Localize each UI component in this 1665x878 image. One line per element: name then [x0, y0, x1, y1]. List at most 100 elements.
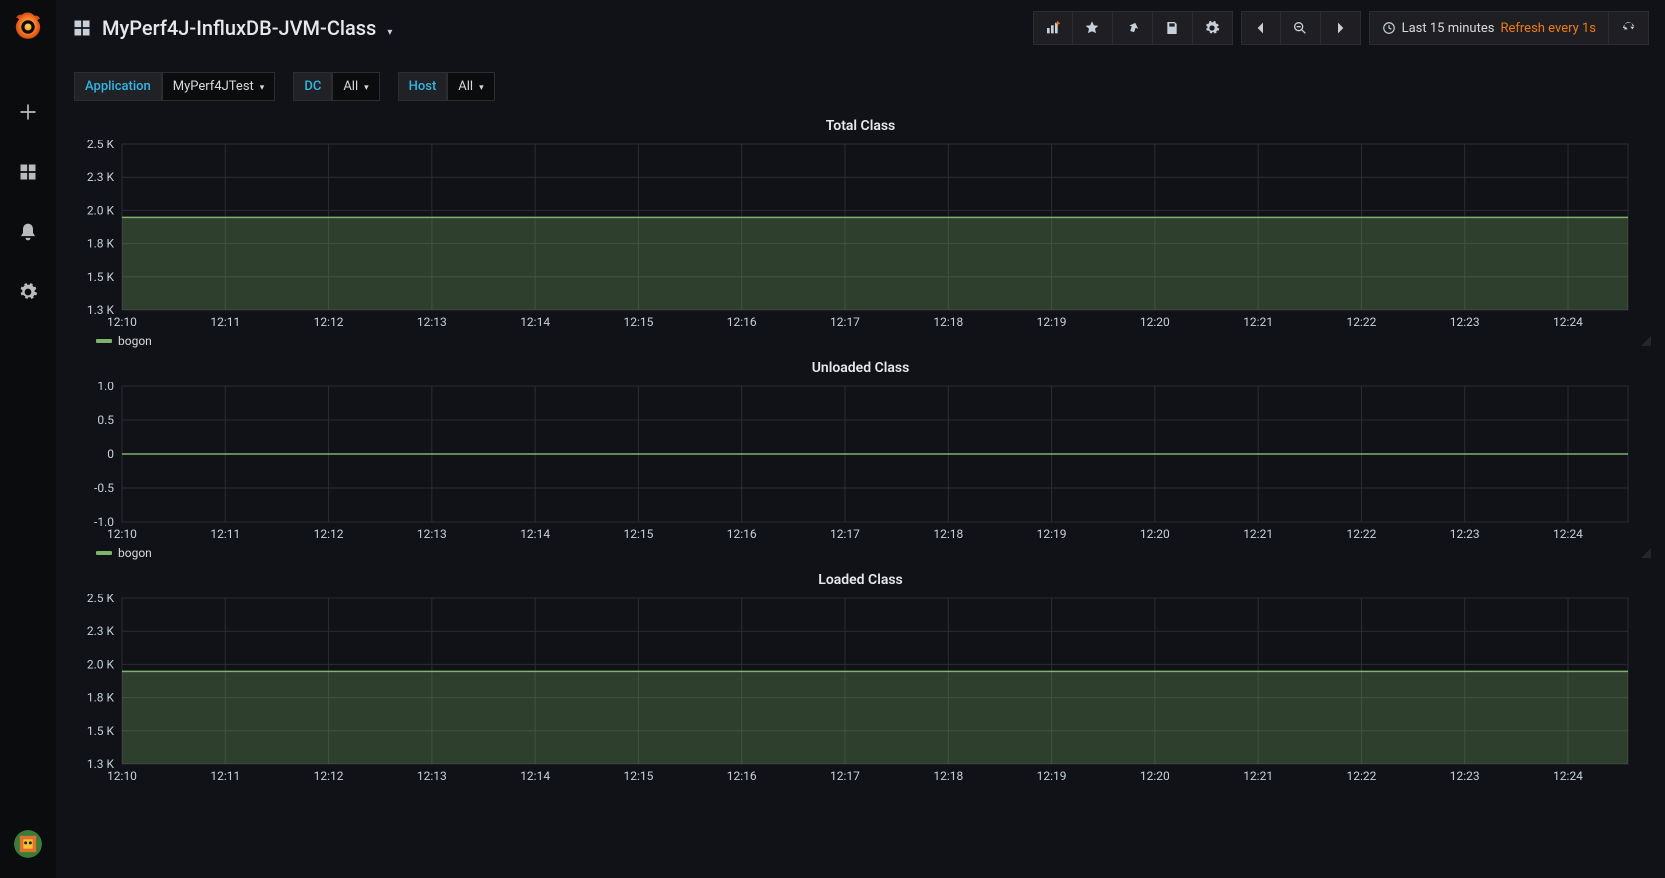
zoom-out-button[interactable]	[1281, 11, 1321, 45]
panel-legend: bogon	[68, 542, 1653, 560]
left-sidebar	[0, 0, 56, 878]
panel-title[interactable]: Loaded Class	[68, 566, 1653, 594]
dashboard-title[interactable]: MyPerf4J-InfluxDB-JVM-Class ▾	[102, 16, 392, 40]
svg-text:12:24: 12:24	[1553, 315, 1583, 329]
svg-text:12:21: 12:21	[1243, 315, 1273, 329]
dashboard-body: Total Class 1.3 K1.5 K1.8 K2.0 K2.3 K2.5…	[56, 112, 1665, 878]
svg-text:12:12: 12:12	[314, 315, 344, 329]
add-panel-button[interactable]	[1033, 11, 1073, 45]
panel-legend: bogon	[68, 330, 1653, 348]
svg-text:12:15: 12:15	[623, 527, 653, 541]
svg-text:12:16: 12:16	[727, 527, 757, 541]
svg-text:12:17: 12:17	[830, 315, 860, 329]
svg-text:1.5 K: 1.5 K	[87, 724, 115, 738]
time-back-button[interactable]	[1241, 11, 1281, 45]
svg-text:1.8 K: 1.8 K	[87, 237, 115, 251]
svg-text:12:20: 12:20	[1140, 315, 1170, 329]
svg-text:12:16: 12:16	[727, 315, 757, 329]
svg-text:2.5 K: 2.5 K	[87, 140, 115, 151]
dashboard-title-text: MyPerf4J-InfluxDB-JVM-Class	[102, 16, 376, 40]
svg-text:12:14: 12:14	[520, 527, 550, 541]
time-forward-button[interactable]	[1321, 11, 1361, 45]
chevron-down-icon: ▾	[479, 83, 484, 93]
svg-text:12:15: 12:15	[623, 769, 653, 783]
share-button[interactable]	[1113, 11, 1153, 45]
grafana-logo-icon[interactable]	[12, 10, 44, 42]
svg-text:12:14: 12:14	[520, 769, 550, 783]
star-button[interactable]	[1073, 11, 1113, 45]
svg-text:12:12: 12:12	[314, 769, 344, 783]
legend-swatch-icon	[96, 551, 112, 555]
svg-text:12:17: 12:17	[830, 527, 860, 541]
variable-label-dc: DC	[293, 72, 332, 101]
chevron-down-icon: ▾	[387, 27, 392, 38]
chart-area[interactable]: 1.3 K1.5 K1.8 K2.0 K2.3 K2.5 K12:1012:11…	[68, 140, 1653, 330]
svg-text:2.3 K: 2.3 K	[87, 170, 115, 184]
svg-text:1.0: 1.0	[97, 382, 114, 393]
alerting-bell-icon[interactable]	[18, 222, 38, 242]
svg-text:0: 0	[107, 447, 114, 461]
settings-button[interactable]	[1193, 11, 1233, 45]
svg-text:12:10: 12:10	[107, 315, 137, 329]
svg-text:12:18: 12:18	[933, 315, 963, 329]
save-button[interactable]	[1153, 11, 1193, 45]
svg-text:12:17: 12:17	[830, 769, 860, 783]
variable-select-dc[interactable]: All▾	[332, 72, 379, 101]
panel-unloaded-class: Unloaded Class -1.0-0.500.51.012:1012:11…	[68, 354, 1653, 560]
svg-text:12:13: 12:13	[417, 315, 447, 329]
svg-text:12:14: 12:14	[520, 315, 550, 329]
svg-text:2.5 K: 2.5 K	[87, 594, 115, 605]
svg-text:12:10: 12:10	[107, 527, 137, 541]
timerange-picker[interactable]: Last 15 minutes Refresh every 1s	[1369, 11, 1609, 45]
plus-icon[interactable]	[18, 102, 38, 122]
svg-text:12:11: 12:11	[210, 769, 240, 783]
legend-label[interactable]: bogon	[118, 546, 152, 560]
avatar[interactable]	[14, 830, 42, 858]
timerange-label: Last 15 minutes	[1402, 21, 1495, 36]
variable-value-host: All	[458, 79, 473, 94]
svg-text:1.8 K: 1.8 K	[87, 691, 115, 705]
svg-text:12:11: 12:11	[210, 527, 240, 541]
variable-select-application[interactable]: MyPerf4JTest ▾	[162, 72, 276, 101]
svg-text:12:13: 12:13	[417, 769, 447, 783]
svg-text:12:22: 12:22	[1346, 769, 1376, 783]
resize-handle-icon[interactable]	[1641, 336, 1651, 346]
svg-text:12:15: 12:15	[623, 315, 653, 329]
svg-text:2.3 K: 2.3 K	[87, 624, 115, 638]
svg-text:12:18: 12:18	[933, 527, 963, 541]
chevron-down-icon: ▾	[260, 83, 265, 93]
svg-text:0.5: 0.5	[97, 413, 114, 427]
svg-text:12:21: 12:21	[1243, 527, 1273, 541]
panel-title[interactable]: Total Class	[68, 112, 1653, 140]
svg-text:12:12: 12:12	[314, 527, 344, 541]
svg-text:12:24: 12:24	[1553, 769, 1583, 783]
svg-text:12:16: 12:16	[727, 769, 757, 783]
variable-value-application: MyPerf4JTest	[173, 79, 254, 94]
legend-swatch-icon	[96, 339, 112, 343]
refresh-button[interactable]	[1609, 11, 1649, 45]
dashboards-icon[interactable]	[18, 162, 38, 182]
svg-text:12:19: 12:19	[1037, 769, 1067, 783]
svg-text:1.5 K: 1.5 K	[87, 270, 115, 284]
chart-area[interactable]: 1.3 K1.5 K1.8 K2.0 K2.3 K2.5 K12:1012:11…	[68, 594, 1653, 784]
resize-handle-icon[interactable]	[1641, 548, 1651, 558]
svg-text:12:23: 12:23	[1450, 315, 1480, 329]
svg-text:12:19: 12:19	[1037, 315, 1067, 329]
svg-text:12:20: 12:20	[1140, 527, 1170, 541]
dashboard-grid-icon[interactable]	[72, 18, 92, 38]
svg-text:2.0 K: 2.0 K	[87, 657, 115, 671]
gear-icon[interactable]	[18, 282, 38, 302]
svg-text:12:11: 12:11	[210, 315, 240, 329]
chart-area[interactable]: -1.0-0.500.51.012:1012:1112:1212:1312:14…	[68, 382, 1653, 542]
svg-text:12:23: 12:23	[1450, 527, 1480, 541]
svg-text:12:22: 12:22	[1346, 527, 1376, 541]
panel-title[interactable]: Unloaded Class	[68, 354, 1653, 382]
variable-select-host[interactable]: All ▾	[447, 72, 494, 101]
panel-loaded-class: Loaded Class 1.3 K1.5 K1.8 K2.0 K2.3 K2.…	[68, 566, 1653, 784]
variable-label-application: Application	[74, 72, 162, 101]
svg-text:12:10: 12:10	[107, 769, 137, 783]
svg-text:12:21: 12:21	[1243, 769, 1273, 783]
clock-icon	[1382, 21, 1396, 35]
svg-text:12:19: 12:19	[1037, 527, 1067, 541]
legend-label[interactable]: bogon	[118, 334, 152, 348]
